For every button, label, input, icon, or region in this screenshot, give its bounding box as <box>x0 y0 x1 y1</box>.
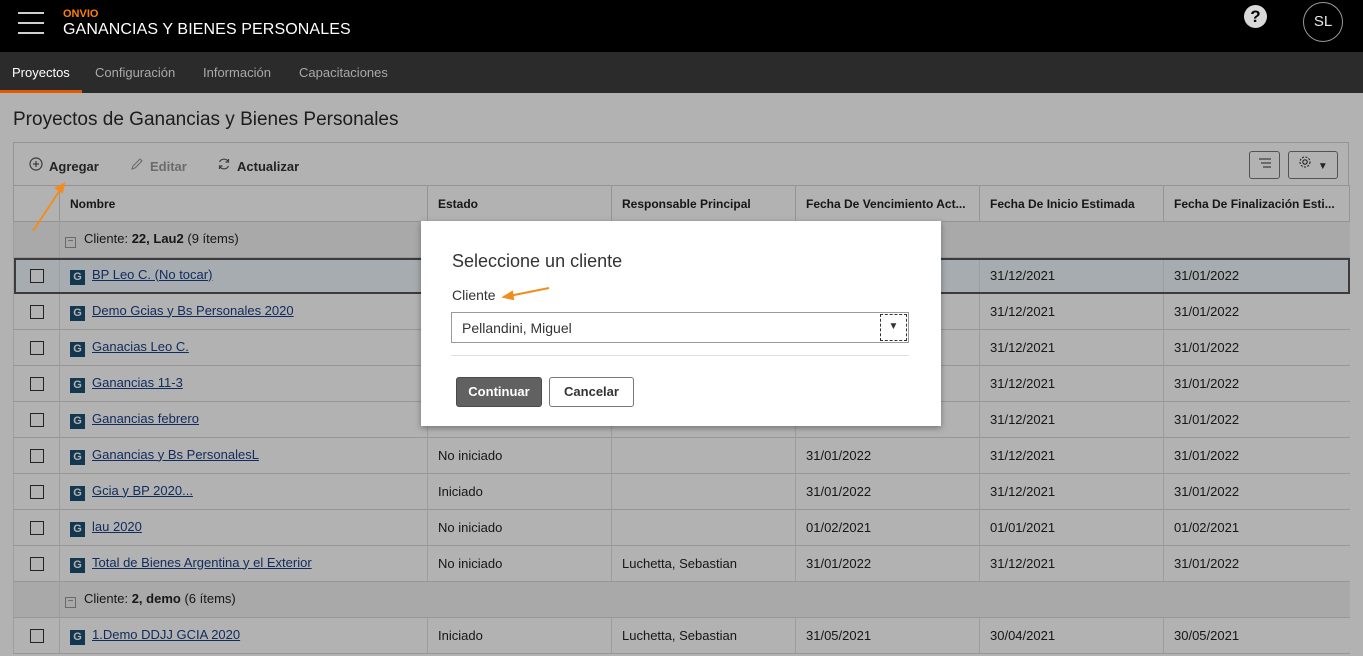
app-header: ONVIO GANANCIAS Y BIENES PERSONALES ? SL <box>0 0 1363 52</box>
client-select-value: Pellandini, Miguel <box>462 320 572 336</box>
tab-informacion[interactable]: Información <box>203 52 271 93</box>
dialog-title: Seleccione un cliente <box>452 251 623 271</box>
tab-proyectos[interactable]: Proyectos <box>0 52 82 93</box>
dialog-divider <box>451 355 909 356</box>
select-client-dialog: Seleccione un cliente Cliente Pellandini… <box>421 221 941 426</box>
client-select[interactable]: Pellandini, Miguel ▼ <box>451 312 909 343</box>
cancel-button[interactable]: Cancelar <box>549 377 634 407</box>
main-nav: Proyectos Configuración Información Capa… <box>0 52 1363 93</box>
tab-capacitaciones[interactable]: Capacitaciones <box>299 52 388 93</box>
dropdown-arrow-icon[interactable]: ▼ <box>880 314 907 341</box>
help-icon[interactable]: ? <box>1244 5 1267 28</box>
user-avatar[interactable]: SL <box>1303 2 1343 42</box>
app-title: GANANCIAS Y BIENES PERSONALES <box>63 21 351 38</box>
hamburger-menu-icon[interactable] <box>18 12 44 34</box>
continue-button[interactable]: Continuar <box>456 377 542 407</box>
client-field-label: Cliente <box>452 287 496 303</box>
brand-logo: ONVIO <box>63 8 99 20</box>
tab-configuracion[interactable]: Configuración <box>95 52 175 93</box>
